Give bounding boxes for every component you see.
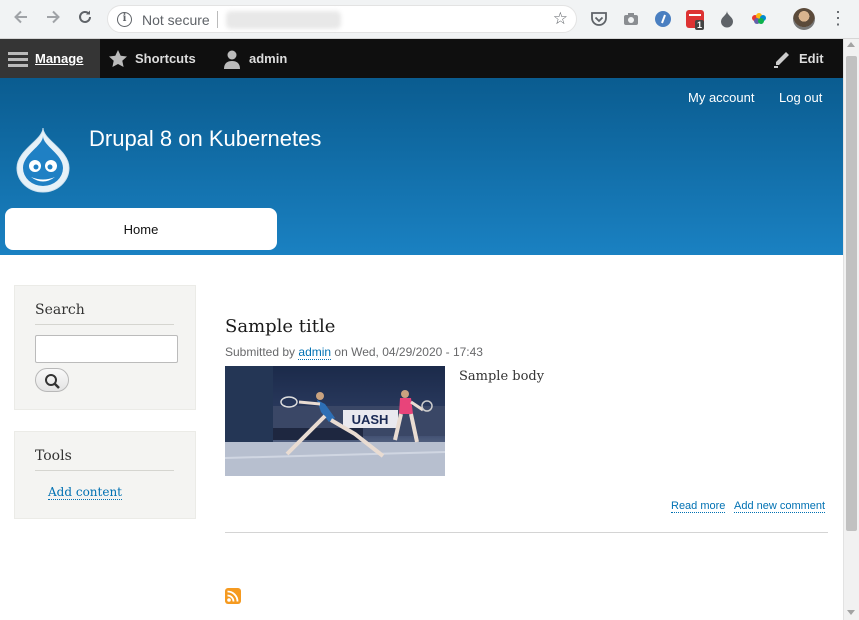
submitted-line: Submitted by admin on Wed, 04/29/2020 - …: [225, 345, 483, 360]
add-new-comment-link[interactable]: Add new comment: [734, 500, 826, 513]
address-bar[interactable]: i Not secure ☆: [107, 5, 577, 33]
article-image[interactable]: UASH: [225, 366, 445, 476]
pocket-extension-icon[interactable]: [590, 10, 608, 28]
omnibox-divider: [217, 11, 218, 28]
search-block: Search: [14, 285, 196, 410]
calendar-extension-icon[interactable]: 1: [686, 10, 705, 30]
log-out-link[interactable]: Log out: [779, 90, 822, 105]
profile-avatar[interactable]: [793, 8, 815, 30]
toolbar-edit[interactable]: Edit: [773, 39, 824, 78]
tools-block: Tools Add content: [14, 431, 196, 519]
bookmark-star-icon[interactable]: ☆: [553, 9, 568, 29]
blurred-url: [226, 11, 341, 29]
search-button[interactable]: [35, 368, 69, 392]
toolbar-edit-label: Edit: [799, 51, 824, 66]
hamburger-icon: [8, 51, 28, 67]
star-icon: [109, 49, 127, 67]
reload-icon[interactable]: [74, 8, 96, 30]
tools-block-divider: [35, 470, 174, 471]
my-account-link[interactable]: My account: [688, 90, 754, 105]
toolbar-manage[interactable]: Manage: [0, 39, 100, 78]
info-icon[interactable]: i: [117, 12, 132, 27]
site-name[interactable]: Drupal 8 on Kubernetes: [89, 126, 321, 152]
camera-extension-icon[interactable]: [622, 10, 640, 28]
search-block-title: Search: [35, 302, 85, 318]
scroll-up-arrow-icon[interactable]: [847, 42, 855, 47]
compass-extension-icon[interactable]: [654, 10, 672, 28]
submitted-date: on Wed, 04/29/2020 - 17:43: [334, 345, 483, 359]
scroll-down-arrow-icon[interactable]: [847, 610, 855, 615]
forward-arrow-icon[interactable]: [42, 8, 64, 30]
author-link[interactable]: admin: [298, 345, 332, 360]
nav-home-tab[interactable]: Home: [5, 208, 277, 250]
toolbar-user-label: admin: [249, 51, 288, 66]
search-icon: [45, 374, 60, 389]
menu-kebab-icon[interactable]: ⋮: [829, 8, 847, 29]
toolbar-user[interactable]: admin: [222, 39, 287, 78]
article-title[interactable]: Sample title: [225, 316, 335, 337]
browser-chrome: i Not secure ☆ 1 ⋮: [0, 0, 859, 39]
read-more-link[interactable]: Read more: [671, 500, 726, 513]
admin-toolbar: Manage Shortcuts admin Edit: [0, 39, 843, 78]
submitted-prefix: Submitted by: [225, 345, 296, 359]
drupal-logo-icon[interactable]: [13, 126, 73, 194]
toolbar-shortcuts-label: Shortcuts: [135, 51, 196, 66]
tools-block-title: Tools: [35, 448, 72, 464]
pencil-icon: [774, 52, 789, 68]
search-block-divider: [35, 324, 174, 325]
toolbar-shortcuts[interactable]: Shortcuts: [108, 39, 196, 78]
security-label[interactable]: Not secure: [142, 12, 210, 28]
article-body: Sample body: [459, 369, 545, 384]
extension-badge: 1: [695, 20, 705, 30]
toolbar-manage-label: Manage: [35, 51, 84, 66]
user-icon: [224, 50, 240, 69]
site-header: My account Log out Drupal 8 on Kubernete…: [0, 78, 843, 255]
back-arrow-icon[interactable]: [10, 8, 32, 30]
add-content-link[interactable]: Add content: [48, 485, 122, 500]
drupal-extension-icon[interactable]: [718, 10, 736, 28]
rss-feed-icon[interactable]: [225, 588, 241, 604]
scrollbar-thumb[interactable]: [846, 56, 857, 531]
svg-text:UASH: UASH: [352, 412, 389, 427]
search-input[interactable]: [35, 335, 178, 363]
nbc-extension-icon[interactable]: [750, 10, 768, 28]
article-divider: [225, 532, 828, 533]
